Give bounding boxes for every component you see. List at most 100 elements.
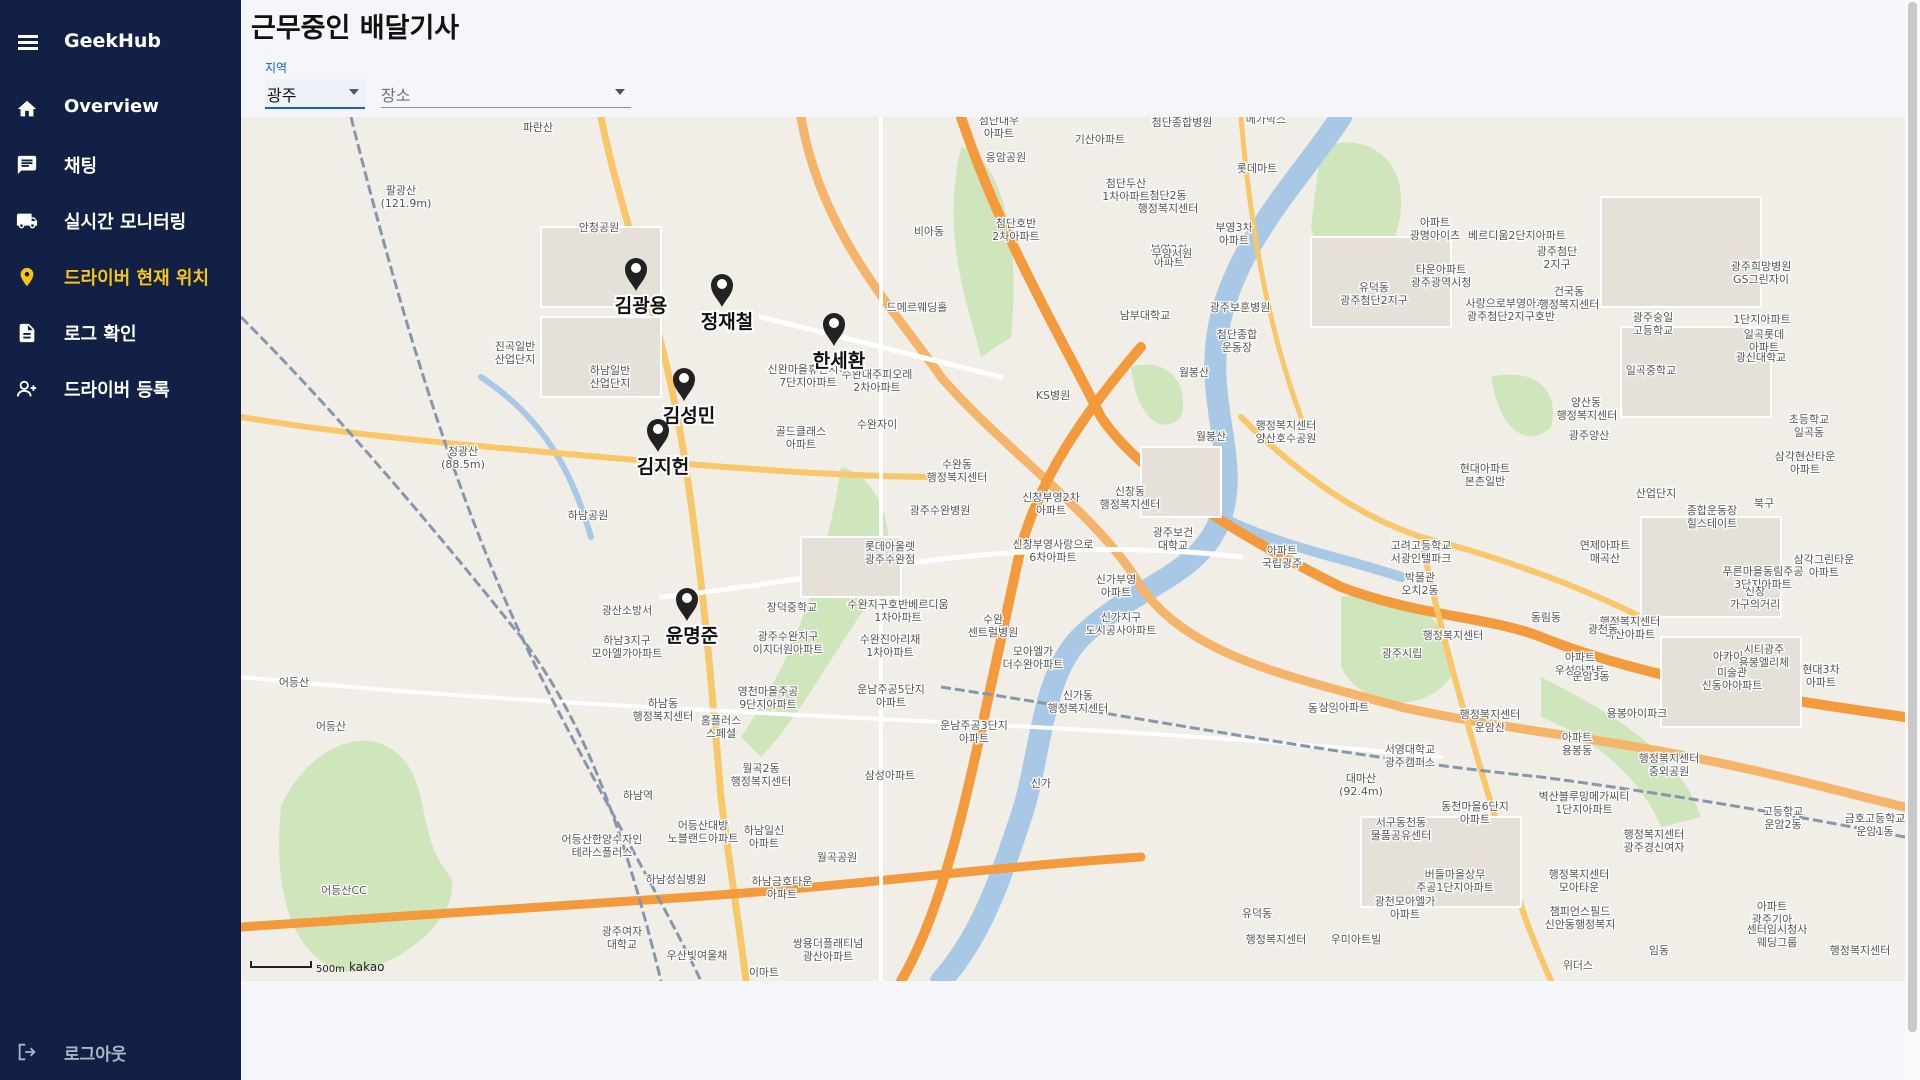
- map-pin-dot: [653, 424, 663, 434]
- map-place-label: 현대아파트: [1460, 462, 1511, 475]
- sidebar-item-label: 채팅: [64, 156, 98, 177]
- map-place-label: 매곡산: [1590, 552, 1620, 565]
- map-place-label: 산업단지: [590, 377, 630, 390]
- map-canvas[interactable]: 파란산팔광산(121.9m)안청공원진곡일반산업단지하남일반산업단지정광산(88…: [241, 117, 1905, 981]
- map-place-label: 이지더원아파트: [753, 643, 824, 656]
- chat-icon: [17, 155, 37, 175]
- map-place-label: 하남공원: [568, 508, 608, 522]
- map-place-label: 신가지구: [1101, 611, 1141, 624]
- map-place-label: 아파트: [767, 888, 797, 901]
- map-place-label: 1차아파트: [866, 646, 913, 659]
- map-place-label: 2차아파트: [853, 381, 900, 394]
- map-place-label: 어등산대방: [678, 819, 729, 832]
- map-place-label: 아파트: [1749, 341, 1779, 354]
- map-place-label: 수완자이: [857, 418, 897, 431]
- map-place-label: 1단지아파트: [1733, 313, 1791, 326]
- map-place-label: 아파트: [1267, 544, 1297, 557]
- map-place-label: 중외공원: [1649, 765, 1689, 778]
- sidebar-item-overview[interactable]: Overview: [0, 80, 241, 136]
- map-place-label: 광주첨단2지구: [1340, 294, 1408, 307]
- map-place-label: 도시공사아파트: [1086, 624, 1157, 637]
- map-place-label: 아파트: [1460, 813, 1490, 826]
- sidebar-item-driver-register[interactable]: 드라이버 등록: [0, 360, 241, 416]
- map-place-label: 신가: [1031, 777, 1051, 790]
- logout-icon: [18, 1043, 36, 1061]
- map-pin-dot: [829, 318, 839, 328]
- map-place-label: 고등학교: [1633, 324, 1673, 337]
- map-place-label: 우미아트빌: [1331, 933, 1382, 946]
- place-select[interactable]: 장소: [381, 79, 631, 108]
- map-place-label: 버들마을상무: [1425, 868, 1486, 881]
- map-place-label: 광주시립: [1382, 647, 1422, 660]
- map-place-label: 광주희망병원: [1731, 260, 1792, 273]
- map-place-label: 행정복지센터: [1100, 498, 1161, 511]
- driver-name-label: 김지헌: [637, 456, 689, 478]
- map-place-label: 응암공원: [986, 151, 1026, 164]
- map-place-label: 광주보훈병원: [1210, 301, 1271, 314]
- region-select[interactable]: 광주: [265, 79, 365, 109]
- map-place-label: 초등학교: [1789, 413, 1829, 426]
- map-place-label: 아파트: [1806, 676, 1836, 689]
- driver-name-label: 윤명준: [666, 625, 718, 647]
- map-place-label: 정광산: [448, 445, 478, 458]
- map-place-label: 광주여자: [602, 925, 642, 938]
- map-place-label: 광산소방서: [602, 604, 653, 617]
- map-place-label: 메가박스: [1246, 117, 1286, 126]
- scrollbar-thumb[interactable]: [1908, 2, 1917, 1032]
- map-pin-dot: [679, 373, 689, 383]
- map-place-label: 타운아파트: [1416, 263, 1467, 276]
- map-place-label: 신동아아파트: [1702, 679, 1763, 692]
- map-place-label: 하남성심병원: [646, 872, 707, 886]
- sidebar-nav: Overview 채팅 실시간 모니터링 드라이버 현재 위치 로그 확인 드라…: [0, 80, 241, 416]
- map-place-label: 유덕동: [1242, 907, 1272, 920]
- map-place-label: 종합운동장: [1687, 504, 1738, 517]
- map-place-label: 진곡일반: [495, 339, 535, 353]
- sidebar-item-label: 실시간 모니터링: [64, 212, 187, 233]
- map-place-label: 영천마을주공: [738, 684, 799, 698]
- map-place-label: 일곡동: [1794, 425, 1824, 439]
- sidebar-item-driver-location[interactable]: 드라이버 현재 위치: [0, 248, 241, 304]
- map-place-label: 박물관: [1405, 571, 1435, 584]
- map-place-label: 행정복지센터: [633, 710, 694, 723]
- logout-button[interactable]: 로그아웃: [0, 1023, 241, 1079]
- map-place-label: 무양서원: [1152, 247, 1192, 260]
- map-place-label: 삼각현산타운: [1775, 450, 1836, 463]
- map-place-label: 푸른마을동림주공: [1723, 565, 1804, 578]
- map-place-label: 광천모아엘가: [1375, 894, 1436, 908]
- map-place-label: 오치2동: [1401, 584, 1438, 597]
- map-place-label: 광주광역시청: [1411, 276, 1472, 289]
- map-place-label: 용봉아이파크: [1607, 707, 1668, 720]
- map-place-label: 아파트: [1390, 908, 1420, 921]
- map-place-label: 베르디움2단지아파트: [1468, 229, 1566, 242]
- map-place-label: 힐스테이트: [1687, 517, 1738, 530]
- map-place-label: 위더스: [1563, 959, 1593, 972]
- driver-map[interactable]: 파란산 팔광산 (121.9m) 안청공원 진곡일반 산업단지 하남일반 산업단지 정광산 (88…: [241, 117, 1905, 981]
- sidebar-item-log[interactable]: 로그 확인: [0, 304, 241, 360]
- map-place-label: 건국동: [1554, 285, 1584, 298]
- map-place-label: 첨단2동: [1149, 189, 1186, 202]
- map-place-label: 아파트: [959, 732, 989, 745]
- map-place-label: 모아엘가아파트: [592, 647, 663, 660]
- map-place-label: 임동: [1649, 944, 1669, 957]
- hamburger-menu-icon[interactable]: [18, 35, 38, 51]
- map-place-label: 주공1단지아파트: [1416, 881, 1494, 894]
- map-place-label: 쌍용더플래티넘: [793, 937, 864, 950]
- map-place-label: 시티광주: [1744, 643, 1784, 656]
- map-place-label: 일곡롯데: [1744, 327, 1784, 341]
- map-place-label: 광주양산: [1569, 429, 1609, 442]
- map-place-label: 광주캠퍼스: [1385, 756, 1436, 769]
- sidebar-item-realtime-monitoring[interactable]: 실시간 모니터링: [0, 192, 241, 248]
- driver-name-label: 한세환: [813, 350, 866, 372]
- map-place-label: 신창: [1745, 585, 1765, 598]
- page-scrollbar[interactable]: [1905, 0, 1920, 1080]
- map-place-label: 부영3차: [1215, 221, 1252, 234]
- map-place-label: 월곡공원: [817, 851, 857, 864]
- map-place-label: 첨단종합: [1217, 328, 1257, 341]
- map-place-label: 광명아이츠: [1410, 229, 1461, 242]
- map-place-label: 삼익아파트: [1319, 701, 1370, 714]
- map-place-label: 아파트: [876, 696, 906, 709]
- sidebar-item-chat[interactable]: 채팅: [0, 136, 241, 192]
- map-place-label: 미술관: [1717, 666, 1747, 679]
- map-place-label: 첨단대우: [979, 117, 1019, 127]
- map-place-label: 광산아파트: [803, 950, 854, 963]
